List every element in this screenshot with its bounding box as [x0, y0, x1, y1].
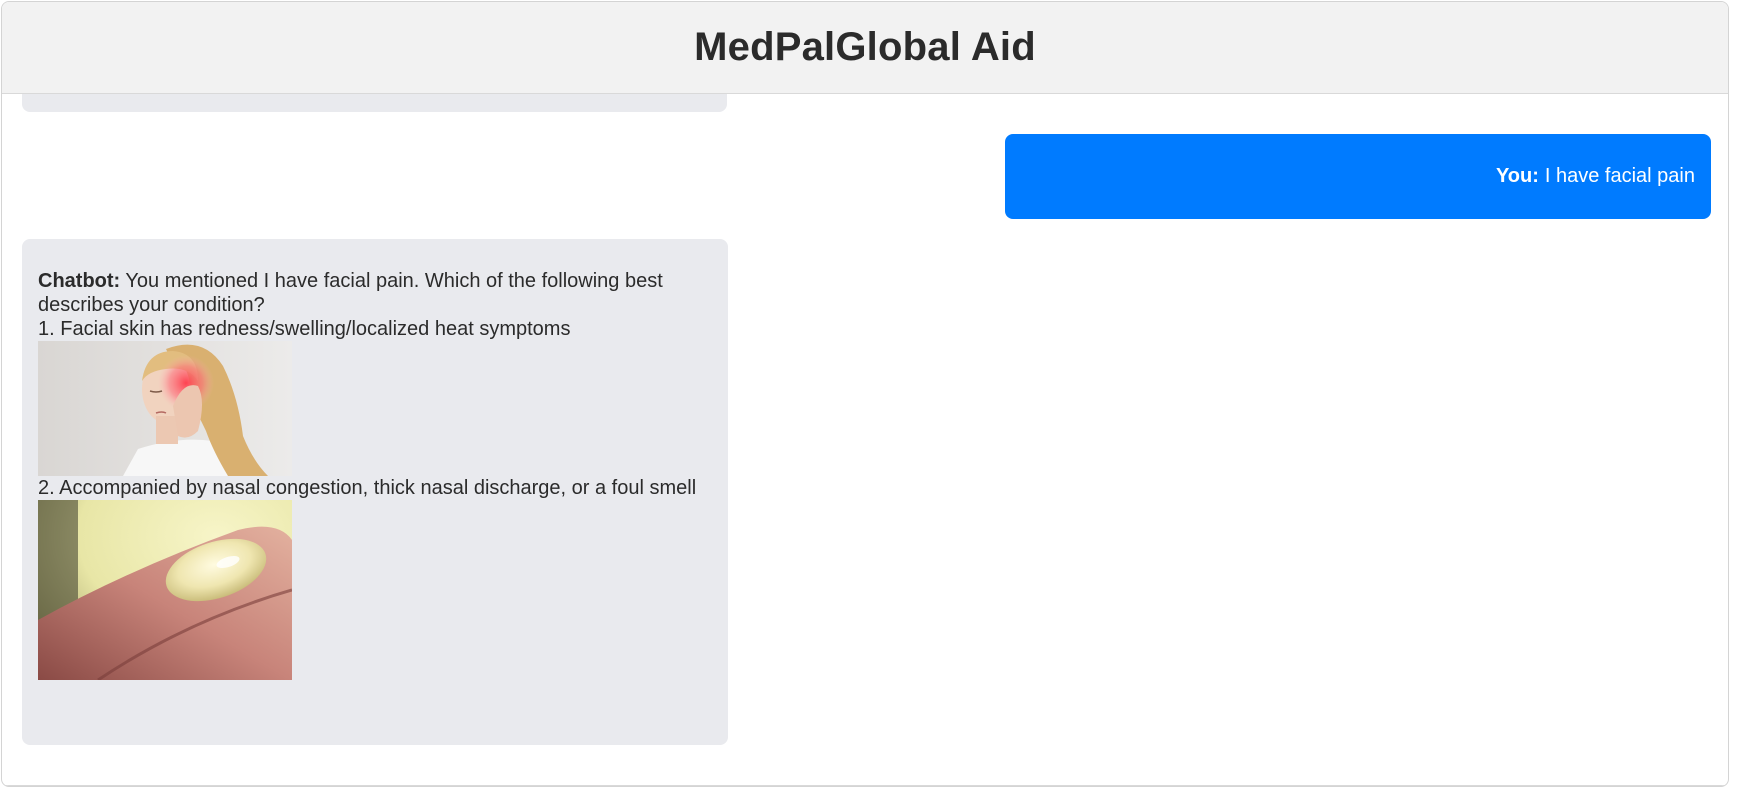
facial-pain-image[interactable]	[38, 341, 292, 476]
user-message-text: I have facial pain	[1544, 165, 1695, 187]
nasal-discharge-image[interactable]	[38, 500, 292, 680]
app-header: MedPalGlobal Aid	[2, 2, 1728, 94]
nasal-discharge-illustration	[38, 500, 292, 680]
facial-pain-illustration	[38, 341, 292, 476]
option-2-text: 2. Accompanied by nasal congestion, thic…	[38, 477, 697, 499]
user-message: You: I have facial pain	[1005, 134, 1711, 219]
bot-intro-text: You mentioned I have facial pain. Which …	[38, 270, 663, 316]
app-title: MedPalGlobal Aid	[694, 25, 1036, 69]
previous-bot-message	[22, 94, 727, 112]
option-1-text: 1. Facial skin has redness/swelling/loca…	[38, 318, 571, 340]
chat-container[interactable]: You: I have facial pain Chatbot: You men…	[2, 94, 1728, 786]
bottom-divider	[2, 785, 1728, 786]
bot-intro: Chatbot: You mentioned I have facial pai…	[38, 269, 712, 317]
bot-sender-label: Chatbot:	[38, 270, 121, 292]
app-window: MedPalGlobal Aid You: I have facial pain…	[1, 1, 1729, 787]
bot-message: Chatbot: You mentioned I have facial pai…	[22, 239, 728, 745]
user-sender-label: You:	[1495, 165, 1539, 187]
